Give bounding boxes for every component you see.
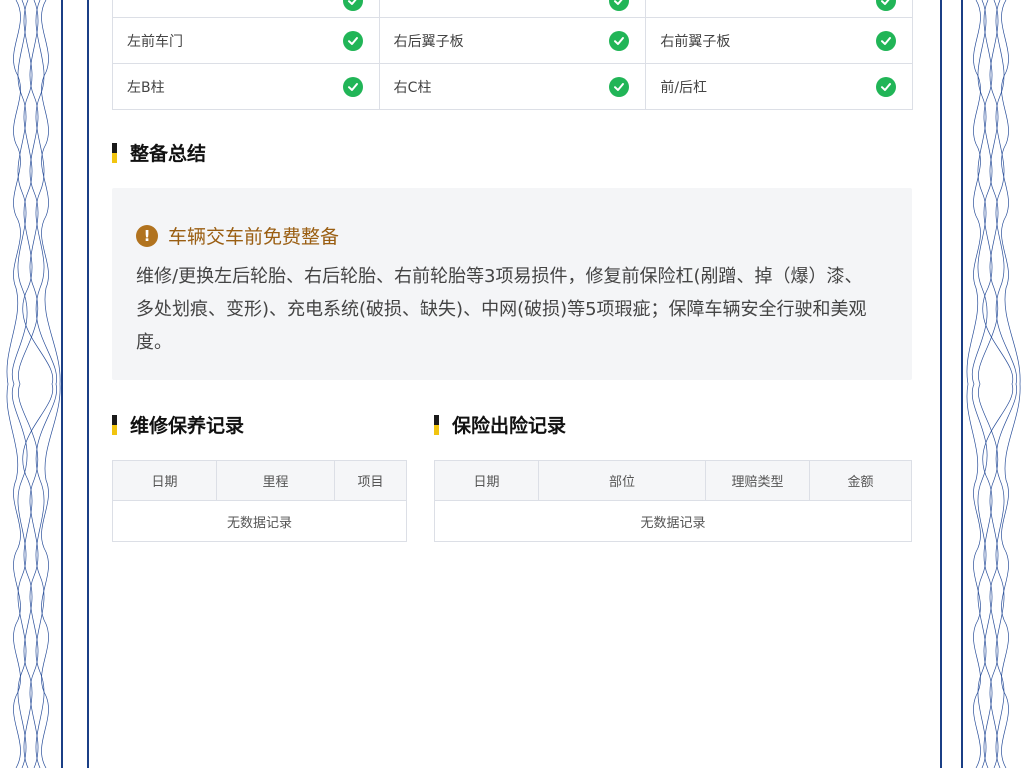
inspection-cell: 右后翼子板: [379, 18, 647, 64]
inspection-row-partial: [113, 0, 914, 18]
inspection-cell-label: 前/后杠: [660, 79, 708, 96]
check-circle-icon: [609, 30, 630, 51]
right-guilloche-border: [961, 0, 1021, 768]
check-circle-icon: [876, 76, 897, 97]
column-header: 日期: [113, 461, 217, 501]
check-circle-icon: [342, 30, 363, 51]
inspection-grid: 左前车门 右后翼子板 右前翼子板 左B柱 右C柱 前/后杠: [112, 0, 914, 110]
inner-frame-line-right: [940, 0, 942, 768]
check-circle-icon: [342, 0, 363, 11]
summary-box: ! 车辆交车前免费整备 维修/更换左后轮胎、右后轮胎、右前轮胎等3项易损件，修复…: [112, 188, 912, 380]
inspection-cell: 左前车门: [113, 18, 380, 64]
warning-icon: !: [136, 224, 158, 247]
column-header: 里程: [217, 461, 335, 501]
inspection-cell: [379, 0, 647, 18]
heading-accent-bar: [112, 142, 117, 163]
heading-accent-bar: [434, 414, 439, 435]
check-circle-icon: [609, 76, 630, 97]
summary-title: 车辆交车前免费整备: [168, 226, 340, 248]
inner-frame-line-left: [87, 0, 89, 768]
left-guilloche-border: [6, 0, 63, 768]
column-header: 项目: [335, 461, 407, 501]
inspection-cell-label: 左B柱: [127, 79, 165, 96]
inspection-row: 左B柱 右C柱 前/后杠: [113, 64, 914, 110]
empty-row-text: 无数据记录: [113, 501, 407, 542]
maintenance-table-header: 日期 里程 项目: [113, 461, 407, 501]
check-circle-icon: [876, 30, 897, 51]
report-page: 左前车门 右后翼子板 右前翼子板 左B柱 右C柱 前/后杠 整备总结 ! 车辆交…: [0, 0, 1024, 768]
insurance-table-header: 日期 部位 理赔类型 金额: [435, 461, 912, 501]
empty-row-text: 无数据记录: [435, 501, 912, 542]
check-circle-icon: [609, 0, 630, 11]
insurance-section-heading: 保险出险记录: [434, 411, 566, 438]
column-header: 日期: [435, 461, 539, 501]
inspection-cell: 右前翼子板: [646, 18, 914, 64]
maintenance-heading-text: 维修保养记录: [130, 415, 245, 437]
heading-accent-bar: [112, 414, 117, 435]
inspection-cell: [113, 0, 380, 18]
insurance-heading-text: 保险出险记录: [452, 415, 567, 437]
inspection-row: 左前车门 右后翼子板 右前翼子板: [113, 18, 914, 64]
inspection-cell-label: 右C柱: [393, 79, 432, 96]
check-circle-icon: [342, 76, 363, 97]
inspection-cell: 左B柱: [113, 64, 380, 110]
inspection-cell: 前/后杠: [646, 64, 914, 110]
column-header: 金额: [810, 461, 912, 501]
inspection-cell: [646, 0, 914, 18]
inspection-cell: 右C柱: [379, 64, 647, 110]
maintenance-table: 日期 里程 项目 无数据记录: [112, 460, 407, 542]
maintenance-section-heading: 维修保养记录: [112, 411, 244, 438]
inspection-cell-label: 左前车门: [127, 33, 183, 50]
summary-heading-text: 整备总结: [130, 143, 207, 165]
summary-box-header: ! 车辆交车前免费整备: [136, 222, 339, 249]
summary-section-heading: 整备总结: [112, 139, 206, 166]
inspection-cell-label: 右前翼子板: [660, 33, 731, 50]
check-circle-icon: [876, 0, 897, 11]
inspection-cell-label: 右后翼子板: [393, 33, 464, 50]
column-header: 理赔类型: [706, 461, 810, 501]
summary-text: 维修/更换左后轮胎、右后轮胎、右前轮胎等3项易损件，修复前保险杠(剐蹭、掉（爆）…: [136, 266, 867, 353]
column-header: 部位: [539, 461, 706, 501]
insurance-table: 日期 部位 理赔类型 金额 无数据记录: [434, 460, 912, 542]
